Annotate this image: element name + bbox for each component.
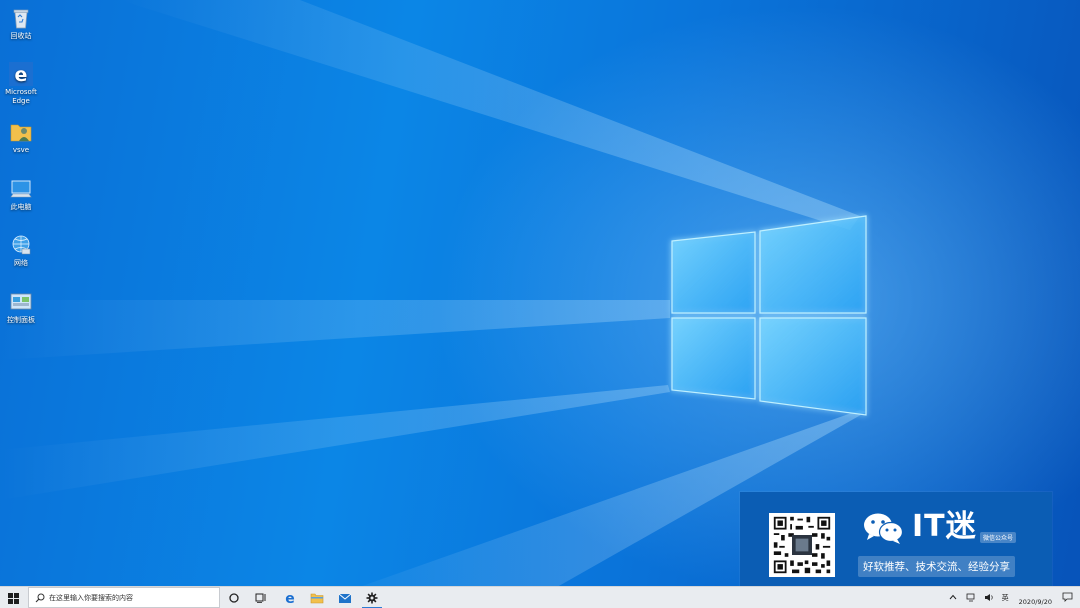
- taskbar-task-view-button[interactable]: [248, 587, 274, 608]
- desktop-icon-label: vsve: [12, 146, 30, 154]
- input-method-indicator[interactable]: 英: [1002, 593, 1009, 603]
- desktop-icon-label: Microsoft Edge: [5, 88, 37, 105]
- user-folder-icon: [10, 124, 32, 142]
- volume-icon[interactable]: [984, 593, 994, 604]
- mail-icon: [338, 593, 352, 603]
- desktop-icon-recycle-bin[interactable]: 回收站: [0, 6, 42, 41]
- taskbar: 在这里输入你要搜索的内容 e 英 2020/9/20: [0, 586, 1080, 608]
- wechat-logo-icon: [864, 513, 904, 544]
- task-view-icon: [255, 593, 266, 603]
- watermark-brand: IT迷: [912, 509, 977, 544]
- system-tray: 英 2020/9/20: [944, 587, 1080, 608]
- network-icon: [12, 235, 31, 255]
- desktop-icon-this-pc[interactable]: 此电脑: [0, 177, 42, 212]
- edge-icon: e: [285, 591, 295, 605]
- desktop-icon-edge[interactable]: e Microsoft Edge: [0, 62, 42, 106]
- search-placeholder: 在这里输入你要搜索的内容: [49, 593, 133, 602]
- start-button[interactable]: [0, 587, 27, 608]
- clock-date: 2020/9/20: [1018, 598, 1052, 606]
- desktop-icon-user-folder[interactable]: vsve: [0, 120, 42, 155]
- taskbar-file-explorer-button[interactable]: [304, 587, 330, 608]
- svg-text:e: e: [15, 64, 28, 86]
- watermark-slogan: 好软推荐、技术交流、经验分享: [858, 556, 1015, 577]
- windows-start-icon: [8, 592, 19, 604]
- desktop-icon-network[interactable]: 网络: [0, 233, 42, 268]
- taskbar-search-box[interactable]: 在这里输入你要搜索的内容: [28, 587, 220, 608]
- recycle-bin-icon: [13, 9, 29, 29]
- taskbar-mail-button[interactable]: [332, 587, 358, 608]
- desktop: 回收站 e Microsoft Edge vsve 此电脑 网络 控制面板 IT…: [0, 0, 1080, 608]
- action-center-icon[interactable]: [1062, 592, 1073, 604]
- desktop-icon-label: 控制面板: [7, 316, 35, 324]
- desktop-icon-label: 网络: [14, 259, 28, 267]
- watermark-badge: 微信公众号: [980, 532, 1017, 543]
- cortana-icon: [229, 593, 239, 603]
- computer-icon: [10, 180, 32, 198]
- clock[interactable]: 2020/9/20: [1019, 590, 1052, 606]
- qr-code-image: [769, 513, 835, 577]
- search-icon: [35, 593, 45, 602]
- desktop-icon-control-panel[interactable]: 控制面板: [0, 290, 42, 325]
- gear-icon: [366, 592, 378, 604]
- control-panel-icon: [10, 293, 32, 310]
- network-status-icon[interactable]: [966, 593, 976, 604]
- taskbar-edge-button[interactable]: e: [277, 587, 303, 608]
- folder-icon: [310, 593, 324, 604]
- wechat-watermark-card: IT迷 微信公众号 好软推荐、技术交流、经验分享: [740, 492, 1052, 596]
- desktop-icon-label: 回收站: [10, 32, 32, 40]
- desktop-icon-label: 此电脑: [10, 203, 32, 211]
- svg-text:e: e: [285, 591, 295, 605]
- chevron-up-icon[interactable]: [949, 594, 957, 602]
- taskbar-cortana-button[interactable]: [221, 587, 247, 608]
- taskbar-settings-button[interactable]: [359, 587, 385, 608]
- edge-icon: e: [9, 62, 33, 86]
